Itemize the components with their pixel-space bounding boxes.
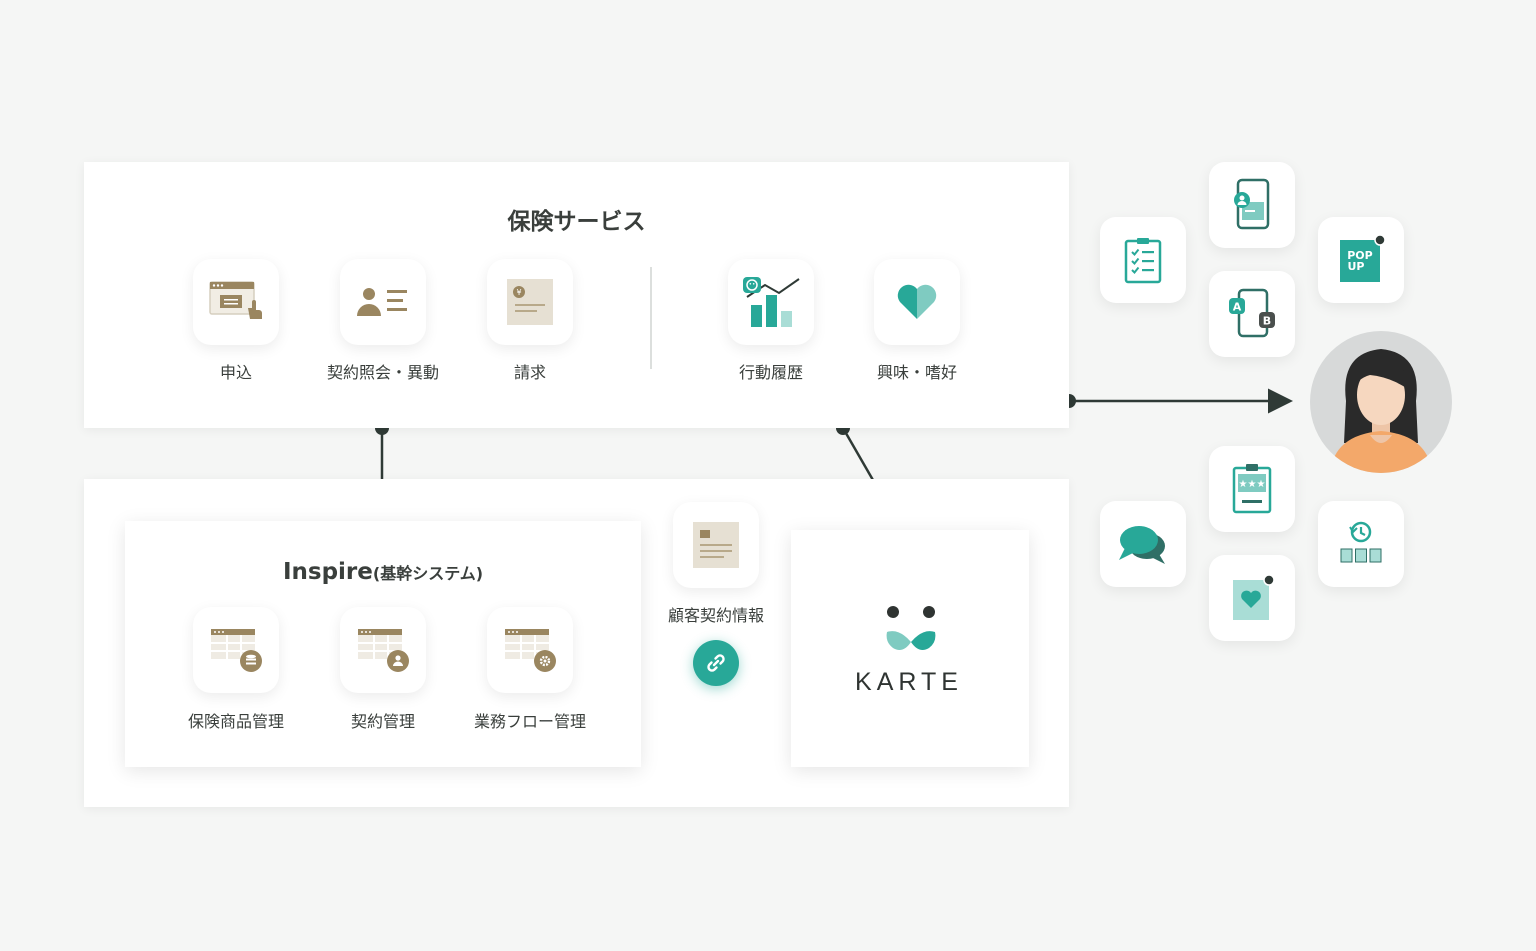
billing-invoice-icon: ¥ — [507, 279, 553, 325]
ab-test-mobile-icon: A B — [1229, 288, 1275, 338]
inspire-subtitle: (基幹システム) — [372, 564, 484, 583]
svg-text:★★★: ★★★ — [1239, 479, 1266, 490]
workflow-management-icon — [505, 629, 556, 672]
application-label: 申込 — [219, 363, 253, 382]
person-illustration — [1330, 349, 1432, 473]
product-management-icon — [211, 629, 262, 672]
interest-tile[interactable] — [874, 259, 960, 345]
application-tile[interactable] — [193, 259, 279, 345]
inspire-name: Inspire — [282, 559, 373, 585]
workflow-management-tile[interactable] — [487, 607, 573, 693]
application-form-icon — [209, 281, 262, 319]
behavior-history-chart-icon — [743, 277, 800, 327]
contract-management-label: 契約管理 — [350, 712, 416, 731]
checklist-tile[interactable] — [1100, 217, 1186, 303]
karte-logo-text: KARTE — [855, 668, 963, 696]
checklist-clipboard-icon — [1124, 238, 1162, 284]
mobile-profile-tile[interactable] — [1209, 162, 1295, 248]
customer-avatar — [1310, 331, 1452, 473]
history-recommend-icon — [1340, 521, 1382, 563]
svg-text:UP: UP — [1348, 260, 1365, 273]
popup-icon: POP UP — [1340, 234, 1385, 282]
svg-text:B: B — [1263, 315, 1271, 328]
interest-label: 興味・嗜好 — [876, 363, 958, 382]
product-management-label: 保険商品管理 — [187, 712, 285, 731]
inspire-title: Inspire(基幹システム) — [125, 559, 641, 585]
svg-text:¥: ¥ — [516, 288, 521, 297]
behavior-history-tile[interactable] — [728, 259, 814, 345]
insurance-service-title: 保険サービス — [507, 209, 646, 235]
history-tile[interactable] — [1318, 501, 1404, 587]
mobile-profile-icon — [1234, 178, 1270, 230]
billing-tile[interactable]: ¥ — [487, 259, 573, 345]
contract-management-tile[interactable] — [340, 607, 426, 693]
customer-contract-tile[interactable] — [673, 502, 759, 588]
karte-card — [791, 530, 1029, 767]
svg-text:A: A — [1233, 301, 1242, 314]
chat-tile[interactable] — [1100, 501, 1186, 587]
divider — [650, 267, 652, 369]
link-button[interactable] — [693, 640, 739, 686]
contract-inquiry-tile[interactable] — [340, 259, 426, 345]
contract-management-icon — [358, 629, 409, 672]
workflow-management-label: 業務フロー管理 — [473, 712, 587, 731]
customer-document-icon — [693, 522, 739, 568]
favorite-notification-icon — [1233, 574, 1275, 620]
customer-contract-label: 顧客契約情報 — [667, 606, 765, 625]
behavior-history-label: 行動履歴 — [738, 363, 804, 382]
karte-logo-icon — [886, 606, 936, 650]
contract-inquiry-label: 契約照会・異動 — [326, 363, 440, 382]
interest-heart-icon — [897, 284, 937, 319]
billing-label: 請求 — [513, 363, 547, 382]
ab-test-tile[interactable]: A B — [1209, 271, 1295, 357]
rating-card-icon: ★★★ — [1232, 464, 1272, 514]
chat-bubbles-icon — [1119, 526, 1165, 564]
connection-lines — [375, 388, 1293, 664]
favorite-tile[interactable] — [1209, 555, 1295, 641]
product-management-tile[interactable] — [193, 607, 279, 693]
contract-inquiry-icon — [357, 288, 407, 316]
link-chain-icon — [707, 654, 725, 672]
popup-tile[interactable]: POP UP — [1318, 217, 1404, 303]
rating-tile[interactable]: ★★★ — [1209, 446, 1295, 532]
